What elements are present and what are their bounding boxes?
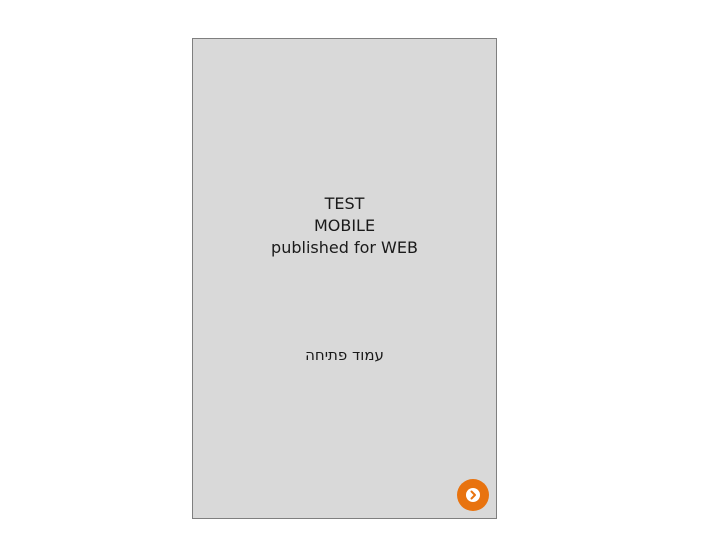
- page-title-block: TEST MOBILE published for WEB: [193, 193, 496, 259]
- chevron-right-icon: [466, 488, 480, 502]
- page-subtitle: עמוד פתיחה: [305, 346, 384, 364]
- mobile-page-card: TEST MOBILE published for WEB עמוד פתיחה: [192, 38, 497, 519]
- title-line-2: MOBILE: [313, 216, 376, 235]
- next-page-button[interactable]: [457, 479, 489, 511]
- app-stage: TEST MOBILE published for WEB עמוד פתיחה: [0, 0, 720, 540]
- title-line-1: TEST: [324, 194, 365, 213]
- title-line-3: published for WEB: [271, 238, 418, 257]
